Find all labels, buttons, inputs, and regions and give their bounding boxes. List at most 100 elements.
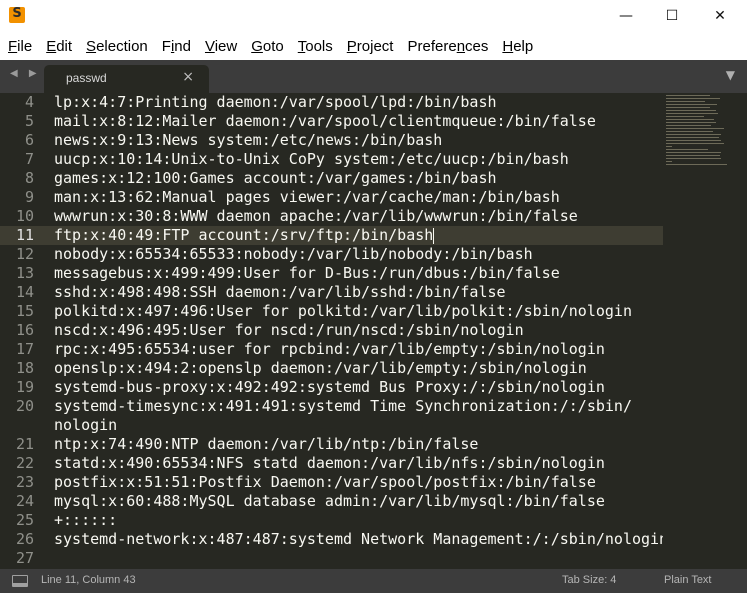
code-line[interactable]: ftp:x:40:49:FTP account:/srv/ftp:/bin/ba… xyxy=(54,226,433,245)
minimap-line xyxy=(666,128,724,129)
minimap-line xyxy=(666,134,721,135)
minimap-line xyxy=(666,113,718,114)
tab-size-setting[interactable]: Tab Size: 4 xyxy=(562,574,616,586)
line-number: 13 xyxy=(15,264,34,282)
menu-mnemonic: n xyxy=(456,37,466,55)
menu-item[interactable]: Project xyxy=(340,38,401,55)
line-number: 7 xyxy=(24,150,34,168)
text-caret xyxy=(433,228,434,244)
menu-label-part: ces xyxy=(465,37,489,55)
minimap-line xyxy=(666,161,672,162)
tab-passwd[interactable]: passwd × xyxy=(44,65,209,93)
maximize-button[interactable]: ☐ xyxy=(649,0,695,32)
menu-mnemonic: G xyxy=(251,37,263,55)
code-line[interactable]: statd:x:490:65534:NFS statd daemon:/var/… xyxy=(54,454,605,473)
menu-label-part: ile xyxy=(17,37,33,55)
close-icon: ✕ xyxy=(714,8,726,24)
menu-item[interactable]: Preferences xyxy=(400,38,495,55)
minimap-line xyxy=(666,140,721,141)
code-line[interactable]: messagebus:x:499:499:User for D-Bus:/run… xyxy=(54,264,560,283)
menu-label-part: F xyxy=(161,37,171,55)
editor-area[interactable]: 4 5 6 7 8 9 10 11 12 13 14 15 16 17 18 19 20 21 22 23 24 25 26… xyxy=(0,93,747,569)
minimap-line xyxy=(666,101,705,102)
menu-item[interactable]: Tools xyxy=(291,38,340,55)
code-line[interactable]: openslp:x:494:2:openslp daemon:/var/lib/… xyxy=(54,359,587,378)
line-number: 9 xyxy=(24,188,34,206)
minimap-line xyxy=(666,122,716,123)
line-number: 16 xyxy=(15,321,34,339)
menu-item[interactable]: Selection xyxy=(79,38,155,55)
maximize-icon: ☐ xyxy=(665,8,679,24)
menu-label-part: nd xyxy=(174,37,191,55)
line-number: 25 xyxy=(15,511,34,529)
code-line[interactable]: games:x:12:100:Games account:/var/games:… xyxy=(54,169,497,188)
code-line[interactable]: rpc:x:495:65534:user for rpcbind:/var/li… xyxy=(54,340,605,359)
line-number: 23 xyxy=(15,473,34,491)
menu-item[interactable]: Help xyxy=(495,38,540,55)
minimap-line xyxy=(666,119,714,120)
line-number: 10 xyxy=(15,207,34,225)
code-line[interactable]: systemd-timesync:x:491:491:systemd Time … xyxy=(54,397,632,416)
minimap-line xyxy=(666,152,721,153)
code-line[interactable]: +:::::: xyxy=(54,511,117,530)
code-line[interactable]: systemd-bus-proxy:x:492:492:systemd Bus … xyxy=(54,378,605,397)
menu-mnemonic: H xyxy=(502,37,514,55)
code-line[interactable]: polkitd:x:497:496:User for polkitd:/var/… xyxy=(54,302,632,321)
line-number: 18 xyxy=(15,359,34,377)
code-line[interactable]: news:x:9:13:News system:/etc/news:/bin/b… xyxy=(54,131,442,150)
menu-mnemonic: P xyxy=(346,37,357,55)
code-line[interactable]: lp:x:4:7:Printing daemon:/var/spool/lpd:… xyxy=(54,93,497,112)
panel-toggle-icon[interactable] xyxy=(12,575,28,587)
code-line[interactable]: nscd:x:496:495:User for nscd:/run/nscd:/… xyxy=(54,321,524,340)
minimap[interactable] xyxy=(663,93,747,569)
menu-label-part: ools xyxy=(305,37,333,55)
menu-label-part: election xyxy=(96,37,148,55)
minimize-button[interactable]: — xyxy=(603,0,649,32)
line-number: 21 xyxy=(15,435,34,453)
line-number: 26 xyxy=(15,530,34,548)
minimap-line xyxy=(666,155,720,156)
tab-label: passwd xyxy=(66,71,107,85)
line-number: 8 xyxy=(24,169,34,187)
code-line[interactable]: nobody:x:65534:65533:nobody:/var/lib/nob… xyxy=(54,245,533,264)
menu-mnemonic: F xyxy=(8,37,18,55)
code-line[interactable]: ntp:x:74:490:NTP daemon:/var/lib/ntp:/bi… xyxy=(54,435,478,454)
code-line[interactable]: mail:x:8:12:Mailer daemon:/var/spool/cli… xyxy=(54,112,596,131)
code-line[interactable]: nologin xyxy=(54,416,117,435)
menu-bar: File Edit Selection Find View Goto Tools Projec… xyxy=(0,32,747,60)
menu-item[interactable]: File xyxy=(0,38,39,55)
line-number: 11 xyxy=(15,226,34,244)
menu-label-part: elp xyxy=(513,37,534,55)
line-number: 14 xyxy=(15,283,34,301)
tab-bar: ◀ ▶ passwd × ▼ xyxy=(0,60,747,93)
code-line[interactable]: postfix:x:51:51:Postfix Daemon:/var/spoo… xyxy=(54,473,596,492)
code-line[interactable]: sshd:x:498:498:SSH daemon:/var/lib/sshd:… xyxy=(54,283,506,302)
menu-item[interactable]: Find xyxy=(155,38,198,55)
code-line[interactable]: mysql:x:60:488:MySQL database admin:/var… xyxy=(54,492,605,511)
menu-label-part: roject xyxy=(356,37,394,55)
close-window-button[interactable]: ✕ xyxy=(697,0,743,32)
minimap-line xyxy=(666,104,717,105)
menu-mnemonic: V xyxy=(204,37,215,55)
code-line[interactable]: man:x:13:62:Manual pages viewer:/var/cac… xyxy=(54,188,560,207)
menu-item[interactable]: Edit xyxy=(39,38,79,55)
line-number: 6 xyxy=(24,131,34,149)
menu-item[interactable]: View xyxy=(198,38,244,55)
tab-close-icon[interactable]: × xyxy=(182,69,194,85)
tab-list-dropdown-icon[interactable]: ▼ xyxy=(726,68,735,82)
line-number: 19 xyxy=(15,378,34,396)
code-line[interactable]: uucp:x:10:14:Unix-to-Unix CoPy system:/e… xyxy=(54,150,569,169)
tab-nav-arrows-icon[interactable]: ◀ ▶ xyxy=(10,68,41,79)
code-line[interactable]: systemd-network:x:487:487:systemd Networ… xyxy=(54,530,668,549)
minimap-line xyxy=(666,131,713,132)
minimap-line xyxy=(666,107,710,108)
menu-item[interactable]: Goto xyxy=(244,38,291,55)
code-line[interactable]: wwwrun:x:30:8:WWW daemon apache:/var/lib… xyxy=(54,207,578,226)
menu-label-part: dit xyxy=(56,37,73,55)
menu-label-part: Prefere xyxy=(407,37,457,55)
status-bar: Line 11, Column 43 Tab Size: 4 Plain Tex… xyxy=(0,569,747,593)
line-number: 22 xyxy=(15,454,34,472)
syntax-setting[interactable]: Plain Text xyxy=(664,574,712,586)
minimize-icon: — xyxy=(619,8,633,24)
sublime-text-icon: S xyxy=(9,6,25,23)
